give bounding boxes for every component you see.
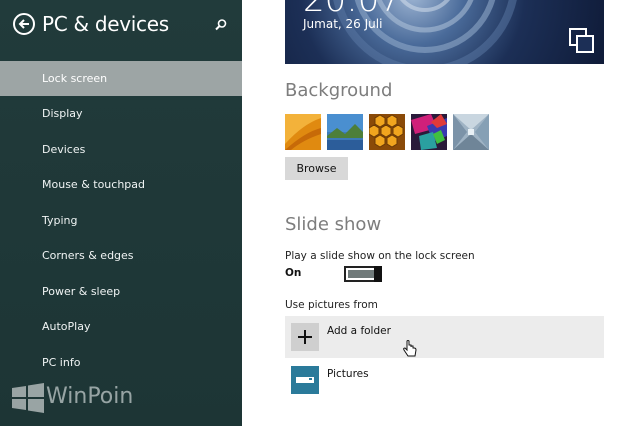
toggle-knob	[374, 266, 382, 282]
notification-icon	[569, 28, 594, 53]
background-thumb-5[interactable]	[453, 114, 489, 150]
sidebar-item-display[interactable]: Display	[0, 96, 242, 131]
add-folder-button[interactable]: Add a folder	[285, 316, 604, 358]
slide-show-title: Slide show	[285, 214, 382, 235]
add-folder-label: Add a folder	[327, 325, 391, 337]
background-title: Background	[285, 80, 393, 101]
browse-button[interactable]: Browse	[285, 157, 348, 180]
plus-icon	[291, 323, 319, 351]
slide-show-toggle-label: Play a slide show on the lock screen	[285, 250, 475, 262]
background-thumb-2[interactable]	[327, 114, 363, 150]
background-thumb-3[interactable]	[369, 114, 405, 150]
sidebar-item-devices[interactable]: Devices	[0, 132, 242, 167]
toggle-track-fill	[348, 270, 374, 278]
background-thumb-1[interactable]	[285, 114, 321, 150]
back-arrow-icon	[18, 19, 29, 29]
background-thumb-4[interactable]	[411, 114, 447, 150]
sidebar-title: PC & devices	[42, 12, 169, 36]
sidebar-item-lock-screen[interactable]: Lock screen	[0, 61, 242, 96]
toggle-state-label: On	[285, 267, 302, 279]
search-icon	[215, 19, 227, 31]
sidebar-item-power-sleep[interactable]: Power & sleep	[0, 274, 242, 309]
pictures-folder-icon	[291, 366, 319, 394]
sidebar-item-typing[interactable]: Typing	[0, 203, 242, 238]
watermark-text: WinPoin	[46, 384, 134, 409]
pictures-folder-item[interactable]: Pictures	[285, 362, 604, 396]
sidebar-item-mouse-touchpad[interactable]: Mouse & touchpad	[0, 167, 242, 202]
sidebar: PC & devices Lock screen Display Devices…	[0, 0, 242, 426]
sidebar-item-corners-edges[interactable]: Corners & edges	[0, 238, 242, 273]
slide-show-toggle[interactable]	[344, 266, 382, 282]
use-pictures-label: Use pictures from	[285, 299, 378, 311]
hand-cursor-icon	[403, 340, 417, 357]
lock-screen-preview: 20:07 Jumat, 26 Juli	[285, 0, 604, 64]
pictures-label: Pictures	[327, 368, 369, 380]
sidebar-item-pc-info[interactable]: PC info	[0, 345, 242, 380]
preview-date: Jumat, 26 Juli	[303, 17, 383, 31]
sidebar-item-autoplay[interactable]: AutoPlay	[0, 309, 242, 344]
search-button[interactable]	[214, 17, 228, 31]
back-button[interactable]	[13, 13, 35, 35]
